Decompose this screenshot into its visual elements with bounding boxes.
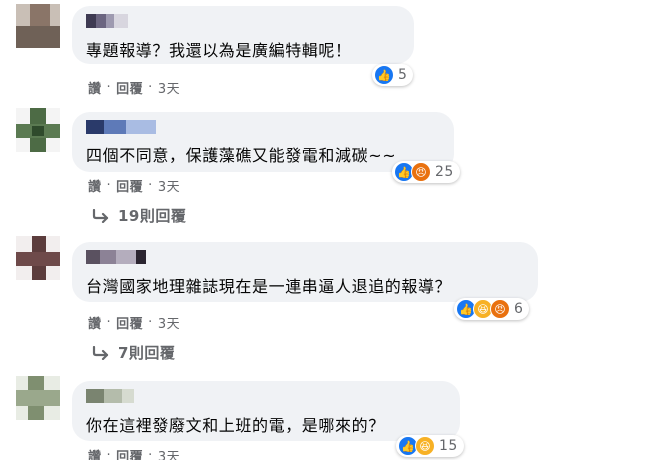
- separator: ·: [106, 80, 112, 95]
- separator: ·: [148, 178, 153, 193]
- separator: ·: [106, 178, 112, 193]
- separator: ·: [148, 315, 153, 330]
- replies-label: 19則回覆: [118, 207, 187, 225]
- comment-text: 台灣國家地理雜誌現在是一連串逼人退追的報導？: [86, 277, 452, 296]
- reaction-summary[interactable]: 👍 😠 25: [392, 161, 460, 183]
- reaction-summary[interactable]: 👍 😆 😠 6: [454, 298, 530, 320]
- avatar[interactable]: [16, 108, 60, 152]
- like-link[interactable]: 讚: [88, 176, 102, 195]
- commenter-name[interactable]: [86, 389, 134, 403]
- like-link[interactable]: 讚: [88, 313, 102, 332]
- haha-icon: 😆: [415, 436, 435, 456]
- comment-bubble: 台灣國家地理雜誌現在是一連串逼人退追的報導？: [72, 242, 538, 302]
- like-link[interactable]: 讚: [88, 446, 102, 460]
- comment-actions: 讚 · 回覆 · 3天: [88, 446, 180, 460]
- avatar[interactable]: [16, 236, 60, 280]
- commenter-name[interactable]: [86, 250, 146, 264]
- avatar[interactable]: [16, 4, 60, 48]
- reply-link[interactable]: 回覆: [116, 313, 143, 332]
- replies-label: 7則回覆: [118, 344, 176, 362]
- timestamp[interactable]: 3天: [158, 446, 180, 460]
- reaction-count: 15: [439, 438, 458, 454]
- like-icon: 👍: [374, 65, 394, 85]
- comment-actions: 讚 · 回覆 · 3天: [88, 313, 180, 332]
- commenter-name[interactable]: [86, 14, 128, 28]
- reaction-count: 25: [435, 164, 454, 180]
- reply-link[interactable]: 回覆: [116, 176, 143, 195]
- reply-link[interactable]: 回覆: [116, 446, 143, 460]
- reply-link[interactable]: 回覆: [116, 78, 143, 97]
- reaction-summary[interactable]: 👍 😆 15: [396, 435, 464, 457]
- comment-text: 你在這裡發廢文和上班的電，是哪來的？: [86, 416, 385, 435]
- reaction-count: 6: [514, 301, 524, 317]
- reply-arrow-icon: [92, 208, 109, 223]
- comment-text: 四個不同意，保護藻礁又能發電和減碳~~: [86, 146, 397, 165]
- comment-actions: 讚 · 回覆 · 3天: [88, 176, 180, 195]
- angry-icon: 😠: [490, 299, 510, 319]
- reaction-count: 5: [398, 67, 408, 83]
- timestamp[interactable]: 3天: [158, 176, 180, 195]
- avatar[interactable]: [16, 376, 60, 420]
- comment-text: 專題報導？我還以為是廣編特輯呢！: [86, 41, 352, 60]
- comment-thread: 專題報導？我還以為是廣編特輯呢！ 👍 5 讚 · 回覆 · 3天 四個不同意，保…: [0, 0, 656, 460]
- reaction-summary[interactable]: 👍 5: [372, 64, 414, 86]
- separator: ·: [106, 448, 112, 460]
- separator: ·: [106, 315, 112, 330]
- like-link[interactable]: 讚: [88, 78, 102, 97]
- comment-bubble: 你在這裡發廢文和上班的電，是哪來的？: [72, 381, 460, 441]
- timestamp[interactable]: 3天: [158, 78, 180, 97]
- reply-arrow-icon: [92, 345, 109, 360]
- timestamp[interactable]: 3天: [158, 313, 180, 332]
- separator: ·: [148, 448, 153, 460]
- commenter-name[interactable]: [86, 120, 156, 134]
- view-replies-button[interactable]: 19則回覆: [92, 205, 186, 226]
- angry-icon: 😠: [411, 162, 431, 182]
- comment-bubble: 專題報導？我還以為是廣編特輯呢！: [72, 6, 414, 64]
- view-replies-button[interactable]: 7則回覆: [92, 342, 175, 363]
- separator: ·: [148, 80, 153, 95]
- comment-actions: 讚 · 回覆 · 3天: [88, 78, 180, 97]
